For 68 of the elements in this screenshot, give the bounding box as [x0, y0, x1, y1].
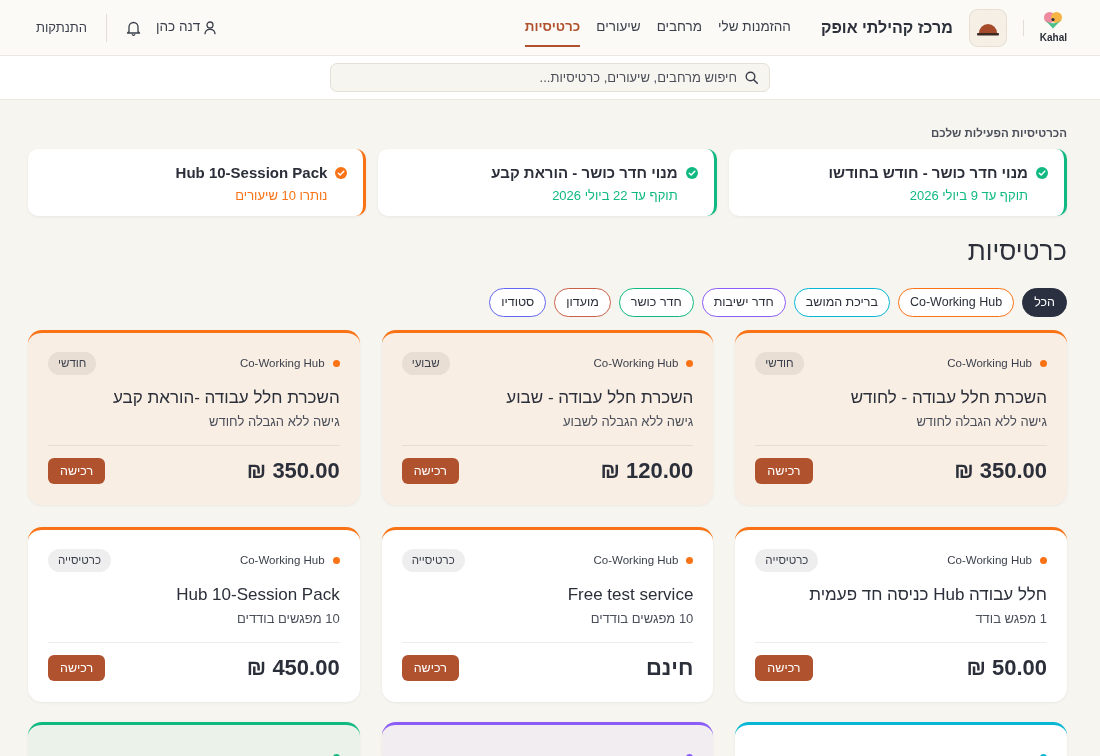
- category-label: Co-Working Hub: [593, 355, 679, 371]
- package-type-badge: כרטיסייה: [755, 549, 819, 572]
- filter-chip[interactable]: חדר כושר: [618, 288, 694, 317]
- package-price: 50.00 ₪: [966, 655, 1047, 681]
- brand-name: Kahal: [1039, 32, 1067, 44]
- package-name: מנוי חדר כושר - חודש בחודשו: [828, 163, 1028, 183]
- bell-icon[interactable]: [126, 19, 142, 36]
- filter-chip[interactable]: סטודיו: [489, 288, 547, 317]
- category-label: Co-Working Hub: [239, 552, 325, 568]
- buy-button[interactable]: רכישה: [755, 458, 813, 484]
- package-type-badge: שבועי: [401, 352, 450, 375]
- section-heading: כרטיסיות: [966, 235, 1067, 268]
- check-circle-icon: [685, 167, 698, 179]
- nav-link[interactable]: כרטיסיות: [524, 8, 581, 47]
- package-title: השכרת חלל עבודה - לחודש: [849, 387, 1047, 409]
- logo-icon[interactable]: [1043, 11, 1064, 29]
- package-description: 10 מפגשים בודדים: [235, 610, 340, 628]
- filter-chip[interactable]: הכל: [1022, 288, 1067, 317]
- check-circle-icon: [335, 167, 348, 179]
- nav-link[interactable]: מרחבים: [656, 8, 703, 47]
- nav-link[interactable]: ההזמנות שלי: [718, 8, 791, 47]
- category-label: Co-Working Hub: [593, 552, 679, 568]
- package-type-badge: כרטיסייה: [48, 549, 112, 572]
- package-price: 350.00 ₪: [246, 458, 340, 484]
- buy-button[interactable]: רכישה: [48, 458, 106, 484]
- package-description: גישה ללא הגבלה לחודש: [915, 413, 1047, 431]
- buy-button[interactable]: רכישה: [48, 655, 106, 681]
- package-title: Hub 10-Session Pack: [175, 584, 340, 606]
- package-title: השכרת חלל עבודה - שבוע: [505, 387, 694, 409]
- check-circle-icon: [1036, 167, 1048, 179]
- nav-link[interactable]: שיעורים: [596, 8, 641, 47]
- org-name: מרכז קהילתי אופק: [820, 17, 953, 38]
- package-type-badge: כרטיסייה: [401, 549, 465, 572]
- filter-chip[interactable]: בריכת המושב: [793, 288, 890, 317]
- package-type-badge: חודשי: [48, 352, 97, 375]
- package-title: השכרת חלל עבודה -הוראת קבע: [112, 387, 340, 409]
- package-name: Hub 10-Session Pack: [175, 163, 328, 183]
- buy-button[interactable]: רכישה: [755, 655, 813, 681]
- package-description: גישה ללא הגבלה לשבוע: [562, 413, 694, 431]
- search-icon: [745, 71, 758, 84]
- package-description: גישה ללא הגבלה לחודש: [208, 413, 340, 431]
- package-price: 120.00 ₪: [600, 458, 694, 484]
- package-status: תוקף עד 22 ביולי 2026: [551, 187, 678, 205]
- buy-button[interactable]: רכישה: [401, 458, 459, 484]
- package-price: 450.00 ₪: [246, 655, 340, 681]
- package-type-badge: חודשי: [755, 352, 804, 375]
- section-label: הכרטיסיות הפעילות שלכם: [930, 126, 1067, 141]
- package-status: תוקף עד 9 ביולי 2026: [908, 187, 1028, 205]
- category-label: Co-Working Hub: [947, 552, 1032, 568]
- package-description: 10 מפגשים בודדים: [589, 610, 694, 628]
- package-title: חלל עבודה Hub כניסה חד פעמית: [808, 584, 1047, 606]
- search-field[interactable]: חיפוש מרחבים, שיעורים, כרטיסיות...: [330, 63, 770, 92]
- package-title: Free test service: [566, 584, 694, 606]
- category-label: Co-Working Hub: [239, 355, 325, 371]
- filter-chip[interactable]: חדר ישיבות: [701, 288, 786, 317]
- package-status: נותרו 10 שיעורים: [234, 187, 328, 205]
- buy-button[interactable]: רכישה: [401, 655, 459, 681]
- package-name: מנוי חדר כושר - הוראת קבע: [491, 163, 678, 183]
- category-label: Co-Working Hub: [947, 355, 1032, 371]
- filter-chip[interactable]: מועדון: [554, 288, 611, 317]
- package-price: חינם: [645, 655, 694, 681]
- package-price: 350.00 ₪: [954, 458, 1047, 484]
- user-icon: [204, 20, 217, 35]
- sunset-logo-icon[interactable]: [968, 8, 1007, 47]
- user-link[interactable]: דנה כהן: [156, 17, 217, 38]
- package-description: 1 מפגש בודד: [974, 610, 1047, 628]
- filter-chip[interactable]: Co-Working Hub: [897, 288, 1015, 317]
- logout-link[interactable]: התנתקות: [36, 17, 88, 38]
